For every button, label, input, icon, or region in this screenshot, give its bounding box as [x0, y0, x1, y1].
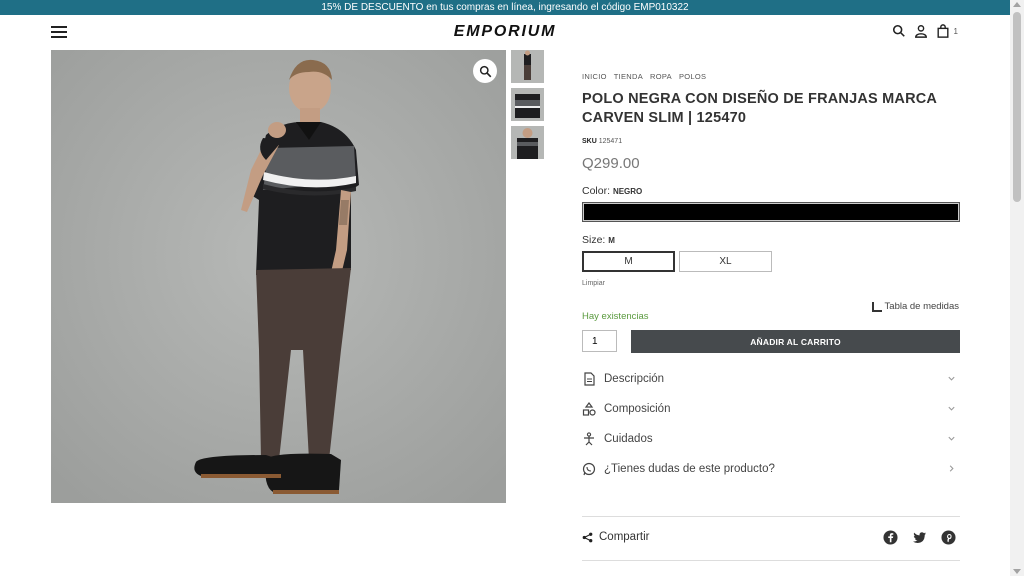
ruler-icon — [871, 301, 882, 312]
magnifier-icon — [479, 65, 491, 77]
user-icon[interactable] — [914, 24, 928, 38]
accordion-cuidados[interactable]: Cuidados — [582, 424, 960, 454]
breadcrumb-item[interactable]: INICIO — [582, 72, 607, 81]
color-label-row: Color: NEGRO — [582, 185, 960, 197]
scroll-thumb[interactable] — [1013, 12, 1021, 202]
scroll-up-arrow[interactable] — [1013, 2, 1021, 7]
share-icon — [582, 532, 593, 542]
search-icon[interactable] — [892, 24, 906, 38]
accordion-label: ¿Tienes dudas de este producto? — [604, 463, 775, 475]
product-price: Q299.00 — [582, 155, 640, 172]
product-info: INICIO TIENDA ROPA POLOS POLO NEGRA CON DIS… — [582, 72, 960, 484]
chevron-down-icon — [948, 406, 955, 411]
facebook-icon[interactable] — [883, 530, 898, 545]
share-bar: Compartir — [582, 516, 960, 561]
document-icon — [584, 372, 595, 386]
pinterest-icon[interactable] — [941, 530, 956, 545]
twitter-icon[interactable] — [912, 530, 927, 545]
size-value: M — [608, 236, 615, 245]
site-header: EMPORIUM 1 — [0, 15, 1010, 49]
thumbnail-2[interactable] — [511, 88, 544, 121]
accordion-dudas[interactable]: ¿Tienes dudas de este producto? — [582, 454, 960, 484]
care-icon — [584, 432, 594, 446]
accordion-composicion[interactable]: Composición — [582, 394, 960, 424]
breadcrumb-item[interactable]: TIENDA — [614, 72, 643, 81]
color-swatch-negro[interactable] — [582, 202, 960, 222]
scroll-down-arrow[interactable] — [1013, 569, 1021, 574]
page-scrollbar[interactable] — [1010, 0, 1024, 576]
size-label: Size: — [582, 234, 606, 246]
product-photo — [51, 50, 506, 503]
thumbnail-1[interactable] — [511, 50, 544, 83]
promo-banner: 15% DE DESCUENTO en tus compras en línea… — [0, 0, 1010, 15]
sku: SKU 125471 — [582, 138, 960, 145]
share-button[interactable]: Compartir — [582, 531, 649, 543]
site-logo[interactable]: EMPORIUM — [0, 23, 1010, 41]
chevron-right-icon — [949, 465, 954, 472]
zoom-button[interactable] — [473, 59, 497, 83]
quantity-input[interactable] — [582, 330, 617, 352]
size-chart-label: Tabla de medidas — [884, 301, 959, 312]
breadcrumb: INICIO TIENDA ROPA POLOS — [582, 72, 960, 81]
add-to-cart-button[interactable]: AÑADIR AL CARRITO — [631, 330, 960, 353]
share-label: Compartir — [599, 531, 650, 543]
color-value: NEGRO — [612, 187, 643, 196]
shapes-icon — [582, 402, 596, 416]
size-label-row: Size: M — [582, 234, 960, 246]
accordion-descripcion[interactable]: Descripción — [582, 364, 960, 394]
chevron-down-icon — [948, 376, 955, 381]
size-option-xl[interactable]: XL — [679, 251, 772, 272]
breadcrumb-item[interactable]: ROPA — [650, 72, 672, 81]
thumbnail-gallery — [511, 50, 544, 164]
accordion-label: Descripción — [604, 373, 665, 385]
stock-status: Hay existencias — [582, 311, 649, 322]
accordion-label: Cuidados — [604, 433, 653, 445]
thumbnail-3[interactable] — [511, 126, 544, 159]
color-label: Color: — [582, 185, 611, 197]
size-chart-link[interactable]: Tabla de medidas — [871, 301, 959, 312]
cart-count: 1 — [953, 26, 958, 36]
size-option-m[interactable]: M — [582, 251, 675, 272]
product-accordion: Descripción Composición Cuidados ¿Tienes… — [582, 364, 960, 484]
product-title: POLO NEGRA CON DISEÑO DE FRANJAS MARCA C… — [582, 91, 937, 126]
accordion-label: Composición — [604, 403, 671, 415]
cart-icon[interactable] — [936, 24, 950, 38]
size-options: M XL — [582, 251, 960, 272]
breadcrumb-item[interactable]: POLOS — [679, 72, 706, 81]
sku-value: 125471 — [598, 138, 623, 145]
whatsapp-icon — [582, 462, 596, 476]
clear-selection-link[interactable]: Limpiar — [582, 280, 960, 287]
chevron-down-icon — [948, 436, 955, 441]
sku-label: SKU — [582, 138, 597, 145]
product-main-image[interactable] — [51, 50, 506, 503]
